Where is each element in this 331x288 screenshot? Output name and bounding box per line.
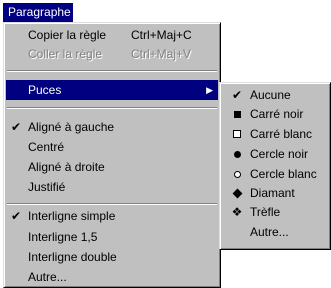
submenu-arrow-icon: ▶ (206, 85, 213, 95)
puces-submenu: ✔ Aucune Carré noir Carré blanc Cercle n… (219, 82, 331, 250)
submenu-item-trefle[interactable]: ❖ Trèfle (222, 202, 328, 222)
menu-item-label: Puces (28, 83, 62, 97)
submenu-item-carre-noir[interactable]: Carré noir (222, 104, 328, 124)
menu-item-justifie[interactable]: Justifié (6, 177, 218, 197)
menu-item-label: Interligne double (28, 250, 117, 264)
check-icon: ✔ (11, 209, 22, 223)
submenu-item-label: Trèfle (250, 205, 281, 219)
submenu-item-cercle-blanc[interactable]: Cercle blanc (222, 164, 328, 184)
menu-separator (7, 70, 217, 72)
menu-item-label: Autre... (28, 270, 67, 284)
menu-item-label: Interligne simple (28, 209, 116, 223)
menu-item-label: Interligne 1,5 (28, 230, 98, 244)
menubar-paragraphe[interactable]: Paragraphe (3, 3, 73, 22)
menu-separator (7, 107, 217, 109)
menu-item-label: Copier la règle (28, 28, 107, 42)
empty-circle-icon (231, 164, 243, 184)
menu-item-puces[interactable]: Puces ▶ (6, 80, 218, 100)
menu-item-label: Aligné à gauche (28, 120, 115, 134)
submenu-item-label: Diamant (250, 186, 295, 200)
menu-item-copier-regle[interactable]: Copier la règle Ctrl+Maj+C (6, 25, 218, 45)
menu-item-centre[interactable]: Centré (6, 137, 218, 157)
menu-item-aligne-droite[interactable]: Aligné à droite (6, 157, 218, 177)
menu-item-aligne-gauche[interactable]: ✔ Aligné à gauche (6, 117, 218, 137)
filled-square-icon (231, 104, 243, 124)
submenu-item-label: Autre... (250, 225, 289, 239)
submenu-item-label: Carré noir (250, 107, 304, 121)
menu-item-autre[interactable]: Autre... (6, 267, 218, 287)
menu-item-label: Justifié (28, 180, 66, 194)
menu-separator (7, 203, 217, 205)
submenu-item-carre-blanc[interactable]: Carré blanc (222, 124, 328, 144)
submenu-item-label: Cercle noir (250, 147, 309, 161)
check-icon: ✔ (231, 88, 243, 102)
check-icon: ✔ (11, 120, 22, 134)
menu-item-shortcut: Ctrl+Maj+V (131, 47, 192, 61)
submenu-item-cercle-noir[interactable]: Cercle noir (222, 144, 328, 164)
submenu-item-autre[interactable]: Autre... (222, 222, 328, 242)
submenu-item-label: Cercle blanc (250, 167, 317, 181)
paragraphe-menu: Copier la règle Ctrl+Maj+C Coller la règ… (3, 22, 221, 288)
menu-item-interligne-double[interactable]: Interligne double (6, 247, 218, 267)
menu-item-interligne-simple[interactable]: ✔ Interligne simple (6, 206, 218, 226)
submenu-item-label: Aucune (250, 88, 291, 102)
clover-icon: ❖ (231, 205, 243, 219)
submenu-item-label: Carré blanc (250, 127, 313, 141)
menu-item-label: Coller la règle (28, 47, 103, 61)
menu-item-label: Aligné à droite (28, 160, 105, 174)
menu-item-interligne-15[interactable]: Interligne 1,5 (6, 227, 218, 247)
diamond-icon (231, 183, 243, 203)
menu-item-coller-regle: Coller la règle Ctrl+Maj+V (6, 44, 218, 64)
filled-circle-icon (231, 144, 243, 164)
empty-square-icon (231, 124, 243, 144)
submenu-item-diamant[interactable]: Diamant (222, 183, 328, 203)
menu-item-label: Centré (28, 140, 65, 154)
menu-item-shortcut: Ctrl+Maj+C (131, 28, 192, 42)
submenu-item-aucune[interactable]: ✔ Aucune (222, 85, 328, 105)
